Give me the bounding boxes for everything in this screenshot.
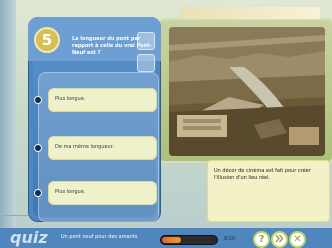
- quiz-screen: 5 La longueur du pont par rapport à cell…: [0, 0, 332, 248]
- radio-button[interactable]: [34, 189, 42, 197]
- photo-viewport: [169, 27, 325, 156]
- tv-title-bar: [180, 7, 320, 19]
- answer-pill[interactable]: Plus longue.: [48, 181, 157, 205]
- question-number-badge: 5: [34, 27, 60, 53]
- progress-bar: [160, 235, 218, 245]
- answer-pill[interactable]: Plus longue.: [48, 88, 157, 112]
- city-river-photo: [169, 27, 325, 156]
- lock-icon: [137, 32, 155, 50]
- close-button[interactable]: ✕: [289, 231, 306, 248]
- radio-button[interactable]: [34, 144, 42, 152]
- answer-option-1[interactable]: Plus longue.: [34, 88, 157, 112]
- answer-option-3[interactable]: Plus longue.: [34, 181, 157, 205]
- quiz-title: Un pont neuf pour des amants: [61, 234, 138, 240]
- answer-label: Plus longue.: [55, 96, 86, 102]
- answer-option-2[interactable]: De ma même longueur.: [34, 136, 157, 160]
- answer-pill[interactable]: De ma même longueur.: [48, 136, 157, 160]
- answer-label: Plus longue.: [55, 189, 86, 195]
- caption-box: Un décor de cinéma est fait pour créer l…: [207, 160, 330, 222]
- image-icon: [137, 54, 155, 72]
- left-divider-line: [0, 215, 32, 216]
- close-icon: ✕: [293, 234, 302, 245]
- answer-label: De ma même longueur.: [55, 144, 114, 150]
- caption-text: Un décor de cinéma est fait pour créer l…: [214, 168, 311, 181]
- left-decorative-strip: [0, 0, 16, 248]
- question-mark-icon: ?: [258, 234, 265, 245]
- radio-button[interactable]: [34, 96, 42, 104]
- progress-fill: [162, 237, 181, 243]
- help-button[interactable]: ?: [253, 231, 270, 248]
- double-chevron-icon: [275, 234, 284, 246]
- skip-button[interactable]: [271, 231, 288, 248]
- score-counter: 8/20: [224, 236, 236, 242]
- quiz-logo: quiz: [10, 228, 48, 247]
